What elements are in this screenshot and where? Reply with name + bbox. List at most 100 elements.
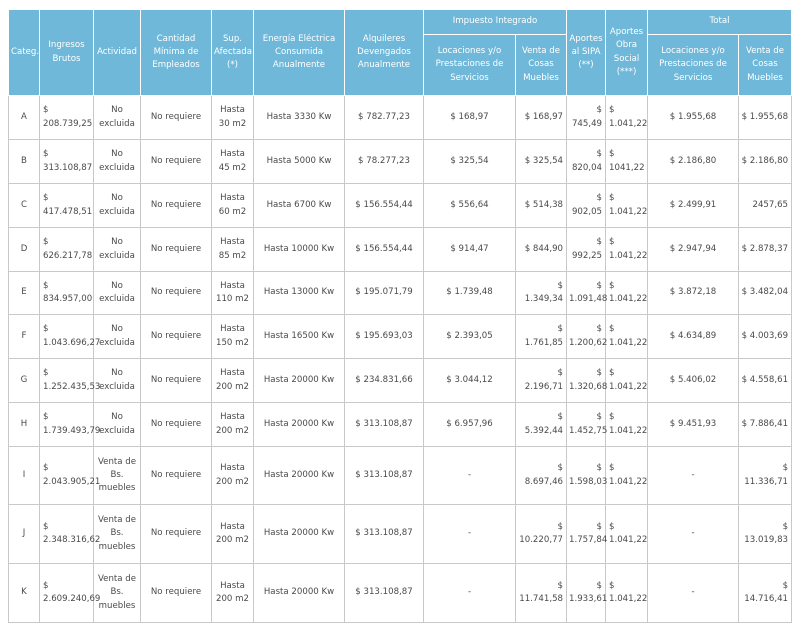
cell-superficie: Hasta 200 m2 bbox=[211, 504, 254, 564]
cell-total-locaciones: $ 5.406,02 bbox=[647, 358, 740, 403]
cell-impuesto-venta: $ 844,90 bbox=[514, 227, 568, 272]
cell-empleados: No requiere bbox=[140, 271, 212, 315]
header-empleados: Cantidad Mínima de Empleados bbox=[140, 9, 212, 96]
cell-total-venta: $ 4.003,69 bbox=[738, 314, 793, 359]
table-row: B $ 313.108,87 No excluida No requiere Hasta… bbox=[8, 139, 793, 184]
cell-empleados: No requiere bbox=[140, 563, 212, 623]
cell-total-venta: $ 7.886,41 bbox=[738, 402, 793, 447]
cell-categoria: E bbox=[8, 271, 40, 315]
table-row: J $ 2.348.316,62 Venta de Bs. muebles No re… bbox=[8, 504, 793, 564]
cell-categoria: B bbox=[8, 139, 40, 184]
header-categ: Categ. bbox=[8, 9, 40, 96]
cell-impuesto-venta: $ 1.349,34 bbox=[514, 271, 568, 315]
cell-aportes-sipa: $ 1.933,61 bbox=[566, 563, 607, 623]
cell-ingresos-brutos: $ 1.739.493,79 bbox=[39, 402, 100, 447]
cell-ingresos-brutos: $ 834.957,00 bbox=[39, 271, 94, 315]
cell-energia: Hasta 20000 Kw bbox=[253, 563, 345, 623]
cell-impuesto-locaciones: $ 3.044,12 bbox=[423, 358, 516, 403]
cell-actividad: No excluida bbox=[93, 358, 141, 403]
cell-total-locaciones: - bbox=[647, 563, 740, 623]
cell-categoria: H bbox=[8, 402, 40, 447]
cell-impuesto-locaciones: - bbox=[423, 446, 516, 505]
table-row: D $ 626.217,78 No excluida No requiere Hasta… bbox=[8, 227, 793, 272]
cell-aportes-obra-social: $ 1.041,22 bbox=[605, 314, 649, 359]
cell-empleados: No requiere bbox=[140, 446, 212, 505]
header-superficie: Sup. Afectada (*) bbox=[211, 9, 254, 96]
cell-total-venta: $ 4.558,61 bbox=[738, 358, 793, 403]
cell-total-venta: $ 13.019,83 bbox=[738, 504, 793, 564]
cell-total-locaciones: $ 4.634,89 bbox=[647, 314, 740, 359]
cell-categoria: G bbox=[8, 358, 40, 403]
cell-alquileres: $ 195.693,03 bbox=[344, 314, 424, 359]
cell-categoria: A bbox=[8, 95, 40, 140]
cell-superficie: Hasta 30 m2 bbox=[211, 95, 254, 140]
cell-ingresos-brutos: $ 2.609.240,69 bbox=[39, 563, 100, 623]
cell-energia: Hasta 20000 Kw bbox=[253, 504, 345, 564]
cell-ingresos-brutos: $ 1.043.696,27 bbox=[39, 314, 100, 359]
header-impuesto-integrado: Impuesto Integrado bbox=[422, 9, 568, 35]
header-aportes-obra-social: Aportes Obra Social (***) bbox=[605, 9, 649, 96]
cell-alquileres: $ 313.108,87 bbox=[344, 563, 424, 623]
cell-superficie: Hasta 110 m2 bbox=[211, 271, 254, 315]
cell-impuesto-locaciones: $ 1.739,48 bbox=[423, 271, 516, 315]
cell-aportes-obra-social: $ 1.041,22 bbox=[605, 402, 649, 447]
cell-total-locaciones: $ 2.186,80 bbox=[647, 139, 740, 184]
cell-aportes-sipa: $ 1.598,03 bbox=[566, 446, 607, 505]
cell-energia: Hasta 20000 Kw bbox=[253, 402, 345, 447]
table-row: C $ 417.478,51 No excluida No requiere Hasta… bbox=[8, 183, 793, 228]
cell-ingresos-brutos: $ 2.043.905,21 bbox=[39, 446, 100, 505]
table-row: A $ 208.739,25 No excluida No requiere Hasta… bbox=[8, 95, 793, 140]
header-aportes-sipa: Aportes al SIPA (**) bbox=[566, 9, 607, 96]
cell-actividad: Venta de Bs. muebles bbox=[93, 504, 141, 564]
cell-aportes-sipa: $ 992,25 bbox=[566, 227, 607, 272]
cell-impuesto-locaciones: $ 325,54 bbox=[423, 139, 516, 184]
cell-empleados: No requiere bbox=[140, 95, 212, 140]
header-total: Total bbox=[647, 9, 793, 35]
cell-categoria: J bbox=[8, 504, 40, 564]
cell-empleados: No requiere bbox=[140, 183, 212, 228]
cell-energia: Hasta 5000 Kw bbox=[253, 139, 345, 184]
cell-ingresos-brutos: $ 626.217,78 bbox=[39, 227, 94, 272]
cell-ingresos-brutos: $ 417.478,51 bbox=[39, 183, 94, 228]
cell-alquileres: $ 313.108,87 bbox=[344, 504, 424, 564]
cell-impuesto-venta: $ 5.392,44 bbox=[514, 402, 568, 447]
cell-energia: Hasta 3330 Kw bbox=[253, 95, 345, 140]
cell-total-locaciones: $ 2.499,91 bbox=[647, 183, 740, 228]
cell-impuesto-venta: $ 10.220,77 bbox=[514, 504, 568, 564]
cell-actividad: Venta de Bs. muebles bbox=[93, 446, 141, 505]
cell-total-locaciones: $ 3.872,18 bbox=[647, 271, 740, 315]
cell-total-venta: $ 2.878,37 bbox=[738, 227, 793, 272]
header-actividad: Actividad bbox=[93, 9, 141, 96]
header-impuesto-venta: Venta de Cosas Muebles bbox=[514, 34, 568, 96]
cell-superficie: Hasta 200 m2 bbox=[211, 358, 254, 403]
table-row: F $ 1.043.696,27 No excluida No requiere Has… bbox=[8, 314, 793, 359]
cell-empleados: No requiere bbox=[140, 358, 212, 403]
cell-superficie: Hasta 200 m2 bbox=[211, 402, 254, 447]
cell-total-locaciones: $ 2.947,94 bbox=[647, 227, 740, 272]
cell-actividad: No excluida bbox=[93, 402, 141, 447]
cell-energia: Hasta 20000 Kw bbox=[253, 358, 345, 403]
cell-aportes-obra-social: $ 1.041,22 bbox=[605, 446, 649, 505]
table-row: K $ 2.609.240,69 Venta de Bs. muebles No re… bbox=[8, 563, 793, 623]
cell-alquileres: $ 234.831,66 bbox=[344, 358, 424, 403]
cell-impuesto-venta: $ 11.741,58 bbox=[514, 563, 568, 623]
table-row: E $ 834.957,00 No excluida No requiere Hasta… bbox=[8, 271, 793, 315]
header-energia: Energía Eléctrica Consumida Anualmente bbox=[253, 9, 345, 96]
cell-ingresos-brutos: $ 1.252.435,53 bbox=[39, 358, 100, 403]
cell-ingresos-brutos: $ 313.108,87 bbox=[39, 139, 94, 184]
cell-impuesto-venta: $ 168,97 bbox=[514, 95, 568, 140]
cell-aportes-obra-social: $ 1041,22 bbox=[605, 139, 649, 184]
cell-actividad: No excluida bbox=[93, 271, 141, 315]
cell-superficie: Hasta 85 m2 bbox=[211, 227, 254, 272]
cell-impuesto-locaciones: - bbox=[423, 504, 516, 564]
monotributo-table-container: Categ. Ingresos Brutos Actividad Cantida… bbox=[8, 9, 793, 623]
cell-impuesto-venta: $ 8.697,46 bbox=[514, 446, 568, 505]
cell-total-locaciones: $ 1.955,68 bbox=[647, 95, 740, 140]
cell-impuesto-locaciones: $ 556,64 bbox=[423, 183, 516, 228]
cell-aportes-obra-social: $ 1.041,22 bbox=[605, 271, 649, 315]
cell-total-locaciones: - bbox=[647, 446, 740, 505]
cell-alquileres: $ 313.108,87 bbox=[344, 402, 424, 447]
cell-aportes-sipa: $ 820,04 bbox=[566, 139, 607, 184]
cell-categoria: D bbox=[8, 227, 40, 272]
cell-impuesto-locaciones: $ 914,47 bbox=[423, 227, 516, 272]
